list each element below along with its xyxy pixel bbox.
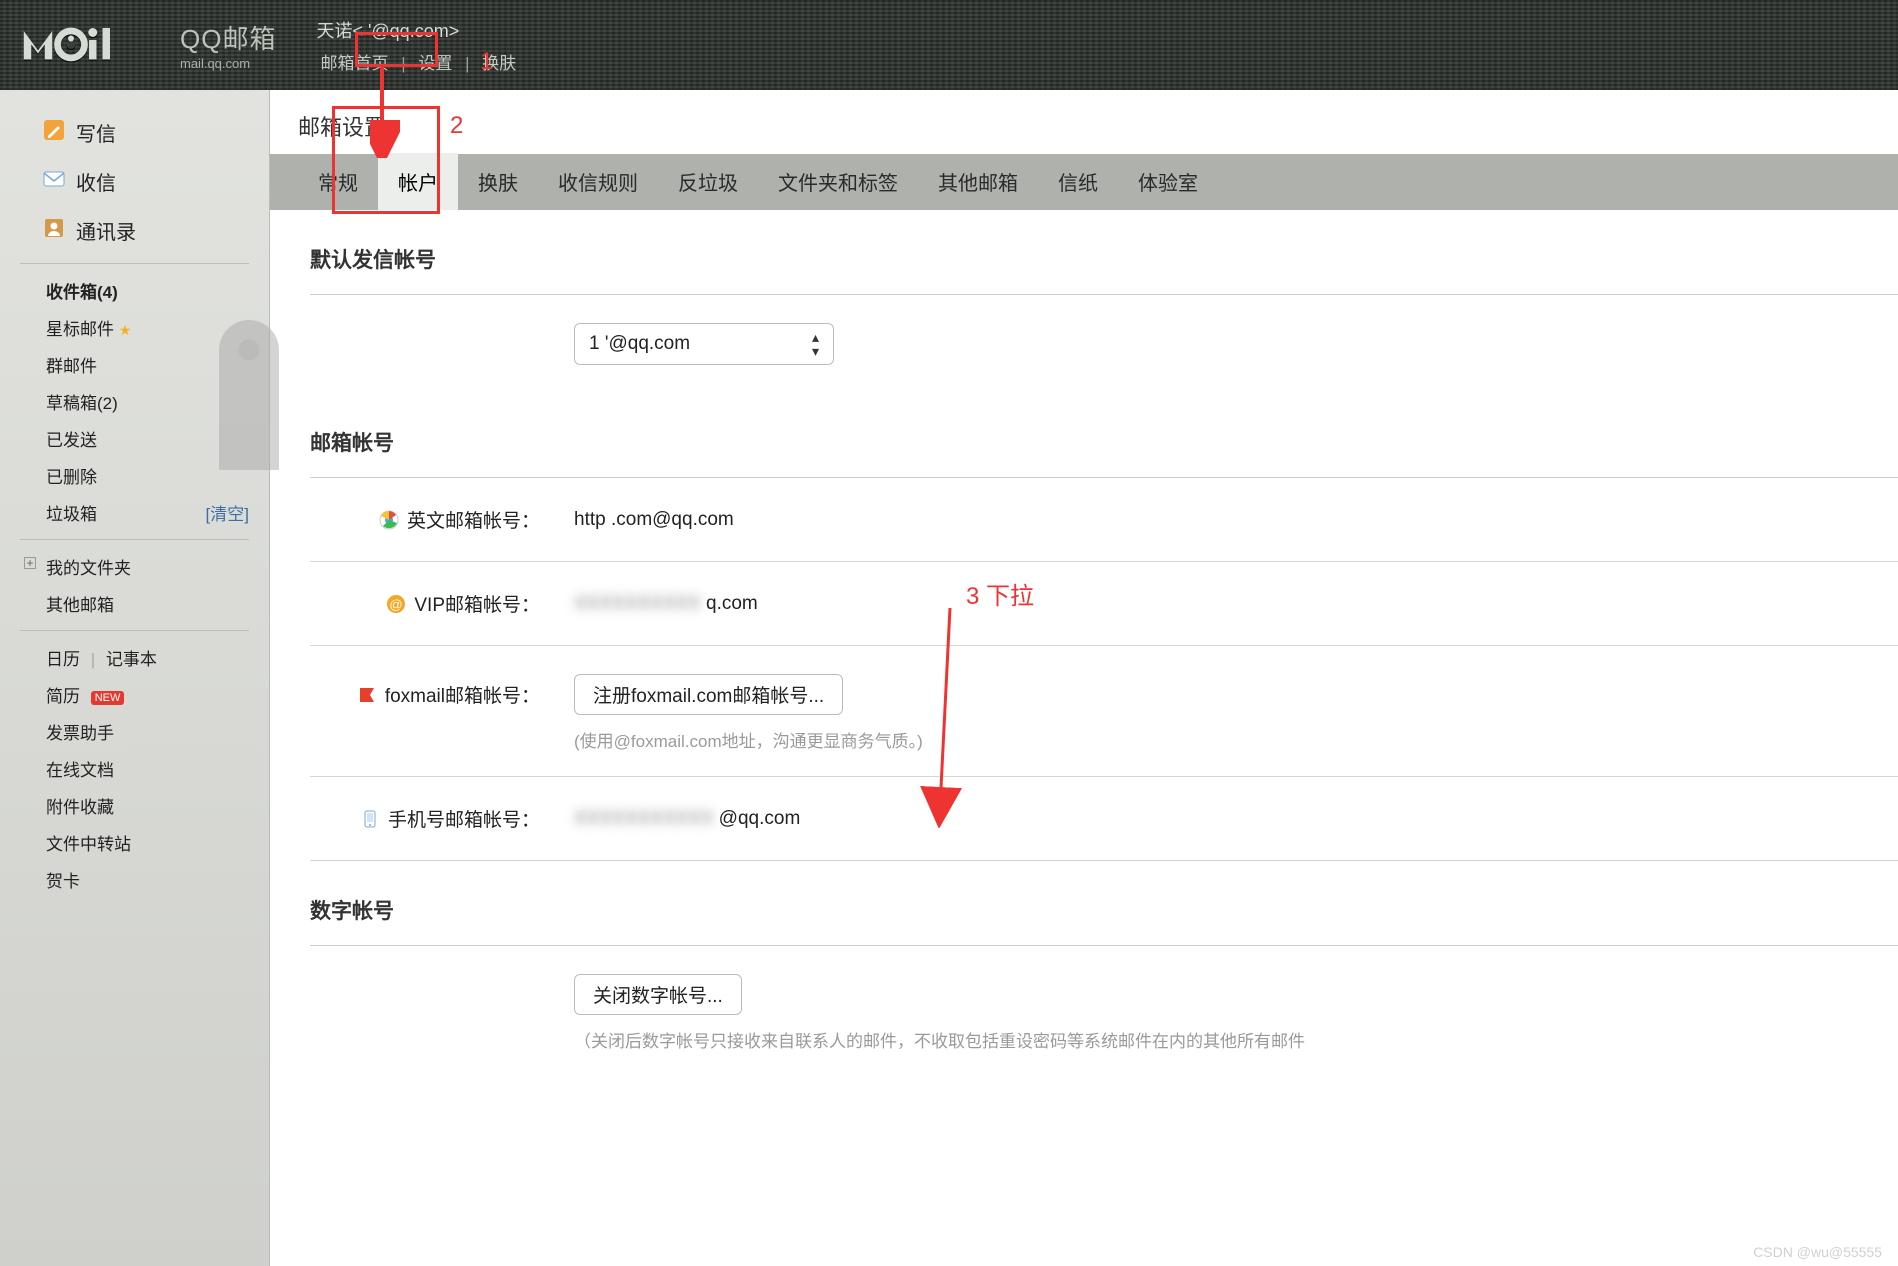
section-title-accounts: 邮箱帐号 [310,411,1898,467]
starred-label: 星标邮件 [46,320,114,339]
watermark: CSDN @wu@55555 [1753,1244,1882,1260]
logo-text-cn: QQ邮箱 [180,19,276,56]
foxmail-account-label: foxmail邮箱帐号： [385,681,540,708]
header-nav: 邮箱首页 | 设置 | 换肤 [316,49,520,74]
register-foxmail-button[interactable]: 注册foxmail.com邮箱帐号... [574,674,843,715]
sidebar-resume[interactable]: 简历 NEW [0,676,269,713]
tab-general[interactable]: 常规 [298,153,378,210]
section-accounts: 邮箱帐号 英文邮箱帐号： http .com@qq.com @ [270,393,1898,861]
contacts-icon [42,216,66,240]
sidebar-calendar-notes[interactable]: 日历 | 记事本 [0,639,269,676]
foxmail-hint: (使用@foxmail.com地址，沟通更显商务气质。) [310,727,1898,777]
new-badge: NEW [91,691,125,705]
sep: | [91,650,95,669]
logo-text-en: mail.qq.com [180,56,276,71]
nav-sep: | [401,54,405,73]
mobile-account-value: XXXXXXXXXXX @qq.com [540,808,800,830]
header-user-label: 天诺< '@qq.com> [316,17,520,43]
sidebar-cards[interactable]: 贺卡 [0,861,269,898]
tab-account[interactable]: 帐户 [378,153,458,210]
sidebar-othermail[interactable]: 其他邮箱 [0,585,269,622]
sidebar-inbox[interactable]: 收件箱(4) [0,272,269,309]
tab-folders[interactable]: 文件夹和标签 [758,153,918,210]
contacts-button[interactable]: 通讯录 [0,206,269,255]
header-right: 天诺< '@qq.com> 邮箱首页 | 设置 | 换肤 [316,17,520,74]
tab-skin[interactable]: 换肤 [458,153,538,210]
vip-account-value: XXXXXXXXXX q.com [540,593,758,615]
sidebar-invoice[interactable]: 发票助手 [0,713,269,750]
close-numeric-button[interactable]: 关闭数字帐号... [574,974,742,1015]
phone-icon [360,809,380,829]
vip-at-icon: @ [386,594,406,614]
tab-rules[interactable]: 收信规则 [538,153,658,210]
compose-label: 写信 [76,124,116,146]
nav-skin-link[interactable]: 换肤 [478,54,520,73]
calendar-label[interactable]: 日历 [46,650,80,669]
default-sender-value: 1 '@qq.com [589,333,690,355]
page-title: 邮箱设置 [270,90,1898,154]
receive-label: 收信 [76,173,116,195]
default-sender-select[interactable]: 1 '@qq.com ▴▾ [574,323,834,365]
section-numeric: 数字帐号 关闭数字帐号... （关闭后数字帐号只接收来自联系人的邮件，不收取包括… [270,861,1898,1076]
svg-text:@: @ [390,597,403,612]
contacts-label: 通讯录 [76,222,136,244]
section-title-default-sender: 默认发信帐号 [310,228,1898,284]
mobile-account-label: 手机号邮箱帐号： [388,805,540,832]
numeric-hint: （关闭后数字帐号只接收来自联系人的邮件，不收取包括重设密码等系统邮件在内的其他所… [310,1027,1898,1076]
notes-label[interactable]: 记事本 [106,650,157,669]
expand-icon[interactable]: + [24,557,36,569]
up-down-caret-icon: ▴▾ [812,330,819,358]
compose-button[interactable]: 写信 [0,108,269,157]
qq-browser-icon [379,510,399,530]
resume-label: 简历 [46,687,80,706]
receive-button[interactable]: 收信 [0,157,269,206]
section-title-numeric: 数字帐号 [310,879,1898,935]
sidebar-transfer[interactable]: 文件中转站 [0,824,269,861]
pencil-icon [42,118,66,142]
tab-othermail[interactable]: 其他邮箱 [918,153,1038,210]
vip-account-label: VIP邮箱帐号： [414,590,540,617]
nav-settings-link[interactable]: 设置 [414,54,456,73]
tab-labs[interactable]: 体验室 [1118,153,1218,210]
sidebar-myfolders[interactable]: + 我的文件夹 [0,548,269,585]
english-account-value: http .com@qq.com [540,509,734,531]
section-default-sender: 默认发信帐号 1 '@qq.com ▴▾ [270,210,1898,393]
app-header: QQ邮箱 mail.qq.com 天诺< '@qq.com> 邮箱首页 | 设置… [0,0,1898,90]
star-icon: ★ [119,322,132,338]
tab-spam[interactable]: 反垃圾 [658,153,758,210]
envelope-icon [42,167,66,191]
tab-stationery[interactable]: 信纸 [1038,153,1118,210]
settings-tabs: 常规 帐户 换肤 收信规则 反垃圾 文件夹和标签 其他邮箱 信纸 体验室 [270,154,1898,210]
trash-empty-link[interactable]: [清空] [206,500,249,525]
myfolders-label: 我的文件夹 [46,559,131,578]
nav-home-link[interactable]: 邮箱首页 [316,54,392,73]
main-panel: 邮箱设置 常规 帐户 换肤 收信规则 反垃圾 文件夹和标签 其他邮箱 信纸 体验… [270,90,1898,1266]
logo-block: QQ邮箱 mail.qq.com [20,19,276,71]
sidebar-trash[interactable]: 垃圾箱 [清空] [0,494,269,531]
sidebar-attachments[interactable]: 附件收藏 [0,787,269,824]
english-account-label: 英文邮箱帐号： [407,506,540,533]
foxmail-icon [357,685,377,705]
trash-label: 垃圾箱 [46,505,97,524]
nav-sep: | [465,54,469,73]
sidebar-docs[interactable]: 在线文档 [0,750,269,787]
sidebar: 写信 收信 通讯录 收件箱(4) 星标邮件 ★ 群邮件 草稿箱(2) 已发送 已… [0,90,270,1266]
mail-logo-icon [20,22,170,68]
sidebar-figure-decor [219,320,279,470]
